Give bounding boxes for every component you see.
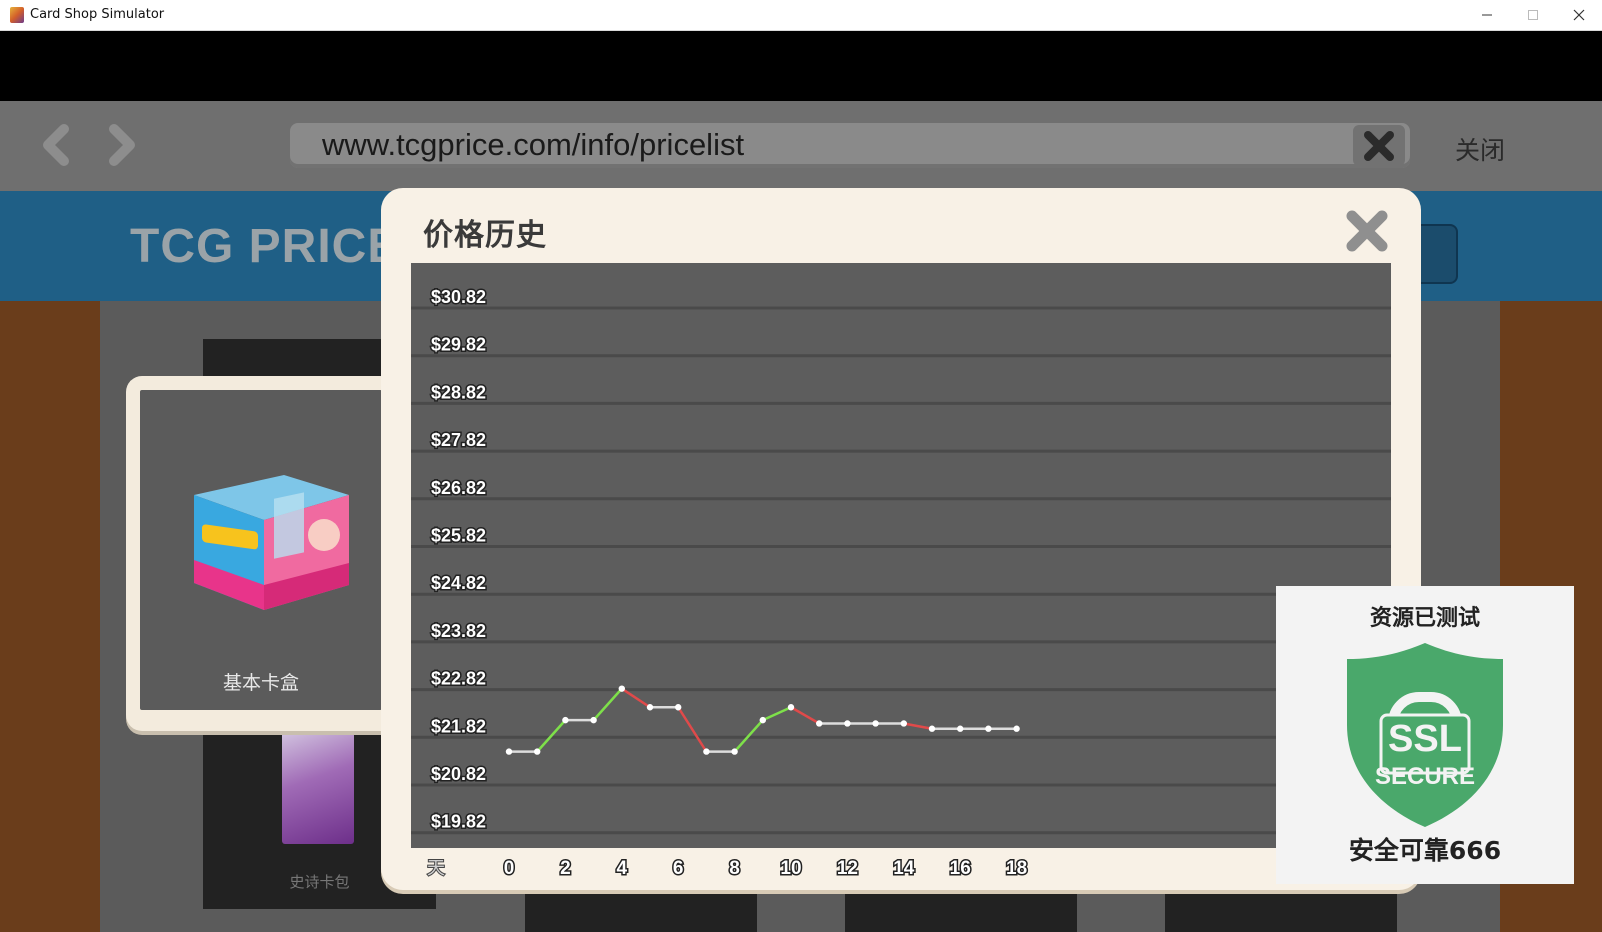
price-point — [562, 716, 569, 724]
y-tick-label: $21.82 — [431, 716, 486, 736]
price-point — [675, 704, 682, 711]
y-tick-label: $20.82 — [431, 764, 486, 784]
game-viewport: www.tcgprice.com/info/pricelist 关闭 TCG P… — [0, 31, 1602, 932]
back-button[interactable] — [36, 123, 80, 167]
modal-close-button[interactable] — [1344, 208, 1390, 254]
y-tick-label: $19.82 — [431, 812, 486, 832]
x-tick-label: 0 — [504, 858, 515, 879]
price-point — [618, 685, 625, 692]
window-close-button[interactable] — [1556, 0, 1602, 30]
ssl-badge-top-text: 资源已测试 — [1369, 606, 1480, 631]
chevron-right-icon — [109, 124, 135, 166]
y-tick-label: $29.82 — [431, 335, 486, 355]
price-history-modal: 价格历史 $30.82 $29.82 $28.82 $27.82 $26.82 $25.8… — [381, 188, 1421, 890]
price-point — [957, 725, 964, 732]
x-axis-prefix: 天 — [427, 858, 445, 879]
product-card-inner: 基本卡盒 — [140, 390, 382, 710]
price-chart: $30.82 $29.82 $28.82 $27.82 $26.82 $25.82 $24.… — [411, 263, 1391, 848]
x-tick-label: 2 — [560, 858, 571, 879]
product-name: 基本卡盒 — [222, 672, 299, 694]
x-tick-label: 12 — [837, 858, 858, 879]
y-tick-label: $25.82 — [431, 526, 486, 546]
maximize-button[interactable] — [1510, 0, 1556, 30]
browser-close-link[interactable]: 关闭 — [1455, 131, 1505, 167]
selected-product-card: 基本卡盒 — [126, 376, 396, 731]
url-text: www.tcgprice.com/info/pricelist — [322, 127, 745, 162]
price-line-segment — [592, 687, 623, 721]
price-point — [985, 725, 992, 732]
x-tick-label: 4 — [617, 858, 628, 879]
modal-title: 价格历史 — [423, 218, 547, 253]
ssl-shield-line1: SSL — [1388, 718, 1462, 760]
price-point — [703, 748, 710, 755]
x-tick-label: 8 — [729, 858, 740, 879]
close-icon — [1573, 9, 1585, 21]
price-line-segment — [790, 706, 820, 725]
price-point — [844, 720, 851, 727]
clear-url-button[interactable] — [1353, 125, 1405, 166]
price-point — [1013, 725, 1020, 732]
price-point — [816, 720, 823, 727]
y-tick-label: $23.82 — [431, 621, 486, 641]
x-tick-label: 14 — [893, 858, 915, 879]
minimize-icon — [1482, 14, 1492, 16]
minimize-button[interactable] — [1464, 0, 1510, 30]
price-line-segment — [762, 706, 792, 722]
price-point — [590, 716, 597, 724]
price-point — [928, 725, 936, 732]
maximize-icon — [1528, 10, 1538, 20]
y-tick-label: $27.82 — [431, 430, 486, 450]
price-point — [534, 748, 541, 755]
y-tick-label: $22.82 — [431, 669, 486, 689]
price-point — [505, 748, 513, 755]
price-point — [759, 716, 766, 724]
window-titlebar: Card Shop Simulator — [0, 0, 1602, 31]
wood-panel-left — [0, 301, 100, 932]
close-icon — [1364, 130, 1394, 161]
site-logo: TCG PRICE — [130, 220, 401, 273]
price-line-segment — [677, 706, 708, 753]
forward-button[interactable] — [100, 123, 144, 167]
shield-lock-icon: SSL SECURE — [1347, 643, 1503, 827]
price-point — [731, 748, 738, 755]
price-line-segment — [621, 687, 651, 709]
price-point — [646, 704, 654, 711]
app-icon — [10, 7, 24, 23]
ssl-shield-line2: SECURE — [1375, 763, 1475, 790]
x-tick-label: 16 — [950, 858, 971, 879]
y-tick-label: $26.82 — [431, 478, 486, 498]
card-box-image — [194, 475, 349, 610]
y-tick-label: $24.82 — [431, 573, 486, 593]
ssl-badge: 资源已测试 SSL SECURE 安全可靠666 — [1276, 586, 1574, 884]
y-tick-label: $28.82 — [431, 382, 486, 402]
ssl-badge-bottom-text: 安全可靠666 — [1348, 836, 1502, 865]
price-point — [900, 720, 907, 727]
x-axis: 天 0 2 4 6 8 10 12 14 16 18 — [411, 848, 1391, 886]
close-icon — [1346, 210, 1388, 252]
y-tick-label: $30.82 — [431, 287, 486, 307]
x-tick-label: 6 — [673, 858, 684, 879]
x-tick-label: 10 — [780, 858, 801, 879]
price-point — [787, 704, 795, 711]
epic-pack-image — [282, 724, 354, 844]
window-title: Card Shop Simulator — [30, 7, 165, 22]
x-axis-svg: 天 0 2 4 6 8 10 12 14 16 18 — [426, 857, 1029, 881]
price-line-segment — [903, 722, 933, 730]
price-chart-svg: $30.82 $29.82 $28.82 $27.82 $26.82 $25.82 $24.… — [411, 286, 1391, 835]
chevron-left-icon — [43, 124, 69, 166]
address-bar[interactable]: www.tcgprice.com/info/pricelist — [290, 123, 1410, 168]
price-point — [872, 720, 879, 727]
browser-toolbar: www.tcgprice.com/info/pricelist 关闭 — [0, 101, 1602, 191]
x-tick-label: 18 — [1006, 858, 1027, 879]
